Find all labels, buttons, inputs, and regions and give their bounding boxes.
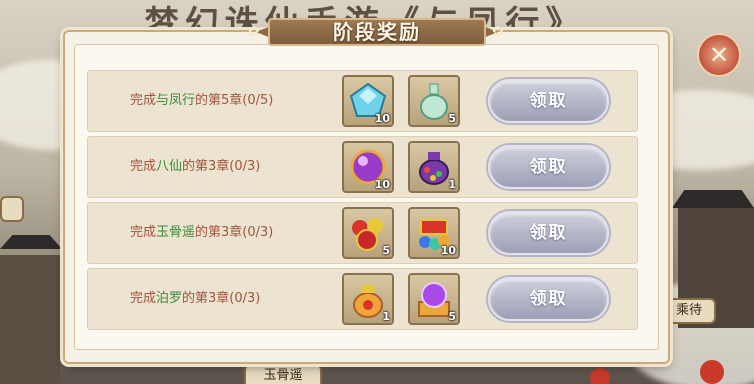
reward-item-jade-vase[interactable]: 5: [408, 75, 460, 127]
flower-icon: ✿: [492, 24, 504, 40]
reward-quantity: 1: [448, 178, 456, 191]
reward-quantity: 10: [374, 112, 390, 125]
flower-icon: ✿: [248, 24, 260, 40]
lantern-decoration: [590, 368, 610, 384]
reward-item-lucky-bag[interactable]: 1: [342, 273, 394, 325]
reward-quantity: 1: [382, 310, 390, 323]
reward-item-blue-gem[interactable]: 10: [342, 75, 394, 127]
drama-name: 与凤行: [156, 93, 196, 108]
side-label-button[interactable]: 乘待: [662, 298, 716, 324]
reward-quantity: 5: [382, 244, 390, 257]
task-description: 完成与凤行的第5章(0/5): [130, 93, 274, 108]
close-icon: ✕: [708, 41, 730, 69]
task-description: 完成八仙的第3章(0/3): [130, 159, 261, 174]
reward-quantity: 10: [374, 178, 390, 191]
progress-count: 0/3: [247, 225, 269, 240]
side-menu-button[interactable]: [0, 196, 24, 222]
bottom-label-button[interactable]: 玉骨遥: [244, 364, 322, 384]
reward-quantity: 5: [448, 112, 456, 125]
reward-item-red-treasure[interactable]: 5: [342, 207, 394, 259]
task-description: 完成玉骨遥的第3章(0/3): [130, 225, 274, 240]
close-button[interactable]: ✕: [697, 33, 741, 77]
pagoda-roof: [0, 235, 62, 249]
drama-name: 玉骨遥: [156, 225, 196, 240]
building-wall: [0, 255, 60, 384]
claim-button[interactable]: 领取: [488, 145, 609, 189]
reward-item-purple-orb[interactable]: 10: [342, 141, 394, 193]
lantern-decoration: [700, 360, 724, 384]
panel-title: 阶段奖励: [333, 20, 421, 44]
reward-row: 完成与凤行的第5章(0/5) 10 5 领取: [87, 70, 638, 132]
progress-count: 0/3: [234, 291, 256, 306]
drama-name: 泊罗: [156, 291, 183, 306]
reward-row: 完成泊罗的第3章(0/3) 1 5 领取: [87, 268, 638, 330]
reward-row: 完成玉骨遥的第3章(0/3) 5 10 领取: [87, 202, 638, 264]
reward-quantity: 5: [448, 310, 456, 323]
title-banner: ✿ ✿ 阶段奖励: [248, 14, 504, 50]
reward-item-crystal-chest[interactable]: 5: [408, 273, 460, 325]
progress-count: 0/3: [234, 159, 256, 174]
drama-name: 八仙: [156, 159, 183, 174]
reward-item-gem-pile[interactable]: 10: [408, 207, 460, 259]
claim-button[interactable]: 领取: [488, 277, 609, 321]
reward-quantity: 10: [440, 244, 456, 257]
task-description: 完成泊罗的第3章(0/3): [130, 291, 261, 306]
pagoda-roof: [672, 190, 754, 208]
claim-button[interactable]: 领取: [488, 211, 609, 255]
reward-item-gift-pouch[interactable]: 1: [408, 141, 460, 193]
progress-count: 0/5: [247, 93, 269, 108]
reward-row: 完成八仙的第3章(0/3) 10 1 领取: [87, 136, 638, 198]
claim-button[interactable]: 领取: [488, 79, 609, 123]
